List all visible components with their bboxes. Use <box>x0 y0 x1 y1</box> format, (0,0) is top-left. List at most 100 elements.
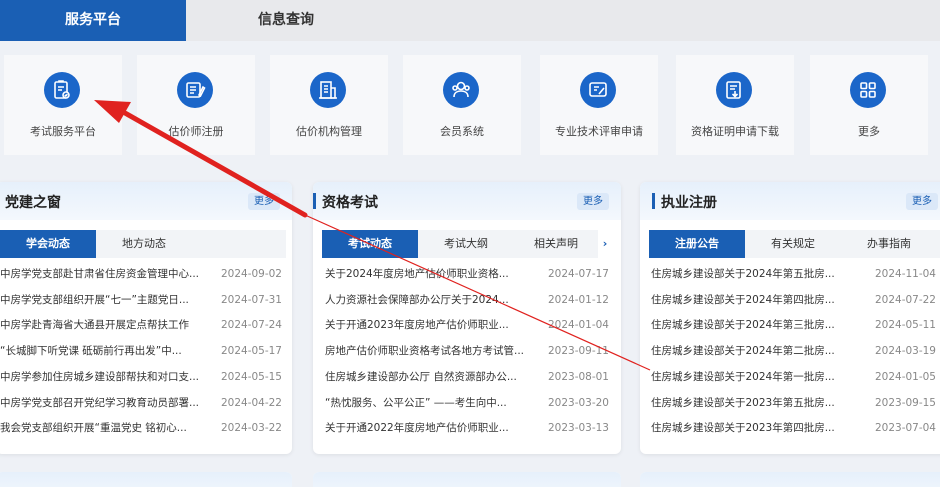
service-tile-exam[interactable]: 考试服务平台 <box>4 55 122 155</box>
card-title: 党建之窗 <box>5 195 61 211</box>
list-item-date: 2024-05-15 <box>220 370 282 383</box>
grid-more-icon <box>850 72 886 108</box>
sub-tab-regulations[interactable]: 有关规定 <box>745 230 841 258</box>
list-item[interactable]: 住房城乡建设部关于2023年第四批房... 2023-07-04 <box>651 417 936 439</box>
card-party-building: 党建之窗 更多 学会动态 地方动态 中房学党支部赴甘肃省住房资金管理中心... 2… <box>0 182 292 454</box>
list-item-title[interactable]: 中房学党支部赴甘肃省住房资金管理中心... <box>0 263 214 285</box>
list-item[interactable]: 住房城乡建设部关于2024年第二批房... 2024-03-19 <box>651 340 936 362</box>
list-item[interactable]: 住房城乡建设部关于2023年第五批房... 2023-09-15 <box>651 392 936 414</box>
list-item[interactable]: 关于开通2023年度房地产估价师职业... 2024-01-04 <box>325 314 609 336</box>
sub-tab-service-guide[interactable]: 办事指南 <box>841 230 937 258</box>
list-item[interactable]: 住房城乡建设部关于2024年第五批房... 2024-11-04 <box>651 263 936 285</box>
service-tile-more[interactable]: 更多 <box>810 55 928 155</box>
sub-tab-local-news[interactable]: 地方动态 <box>96 230 192 258</box>
list-item-date: 2024-05-17 <box>220 345 282 358</box>
list-item[interactable]: “长城脚下听党课 砥砺前行再出发”中... 2024-05-17 <box>0 340 282 362</box>
service-tile-qualification-download[interactable]: 资格证明申请下载 <box>676 55 794 155</box>
list-item-title[interactable]: 住房城乡建设部关于2024年第一批房... <box>651 366 868 388</box>
list-item-title[interactable]: 关于开通2023年度房地产估价师职业... <box>325 314 541 336</box>
card-header: 执业注册 更多 <box>640 182 940 220</box>
list-item-title[interactable]: 关于开通2022年度房地产估价师职业... <box>325 417 541 439</box>
list-item[interactable]: 住房城乡建设部关于2024年第四批房... 2024-07-22 <box>651 289 936 311</box>
list-item-date: 2024-11-04 <box>874 268 936 280</box>
tab-service-platform[interactable]: 服务平台 <box>0 0 186 41</box>
service-label: 专业技术评审申请 <box>555 125 643 138</box>
list-item-title[interactable]: “热忱服务、公平公正” ——考生向中... <box>325 392 541 414</box>
list-item-date: 2023-09-11 <box>547 345 609 358</box>
list-item-title[interactable]: 住房城乡建设部关于2024年第五批房... <box>651 263 868 285</box>
list-item-title[interactable]: 中房学赴青海省大通县开展定点帮扶工作 <box>0 314 214 336</box>
list-item[interactable]: 中房学赴青海省大通县开展定点帮扶工作 2024-07-24 <box>0 314 282 336</box>
list-item[interactable]: 住房城乡建设部办公厅 自然资源部办公... 2023-08-01 <box>325 366 609 388</box>
service-tile-agency-management[interactable]: 估价机构管理 <box>270 55 388 155</box>
sub-tab-bar: 注册公告 有关规定 办事指南 <box>649 230 940 258</box>
service-tile-appraiser-register[interactable]: 估价师注册 <box>137 55 255 155</box>
sub-tab-statements[interactable]: 相关声明 <box>514 230 598 258</box>
card-header: 资格考试 更多 <box>313 182 621 220</box>
service-label: 估价机构管理 <box>296 125 362 138</box>
card-header: 党建之窗 更多 <box>0 182 292 220</box>
list-item-date: 2024-01-05 <box>874 370 936 383</box>
building-icon <box>310 72 346 108</box>
list-item[interactable]: “热忱服务、公平公正” ——考生向中... 2023-03-20 <box>325 392 609 414</box>
service-label: 资格证明申请下载 <box>691 125 779 138</box>
list-item-title[interactable]: 中房学参加住房城乡建设部帮扶和对口支... <box>0 366 214 388</box>
list-item-title[interactable]: 住房城乡建设部关于2023年第五批房... <box>651 392 868 414</box>
sub-tab-exam-syllabus[interactable]: 考试大纲 <box>418 230 514 258</box>
card-bottom-middle <box>313 472 621 487</box>
list-item-title[interactable]: 住房城乡建设部办公厅 自然资源部办公... <box>325 366 541 388</box>
card-title: 执业注册 <box>661 195 717 211</box>
list-item-date: 2024-07-24 <box>220 319 282 332</box>
sub-tab-registration-notices[interactable]: 注册公告 <box>649 230 745 258</box>
sub-tab-exam-news[interactable]: 考试动态 <box>322 230 418 258</box>
list-item[interactable]: 住房城乡建设部关于2024年第一批房... 2024-01-05 <box>651 366 936 388</box>
more-button[interactable]: 更多 <box>248 193 280 210</box>
list-item[interactable]: 我会党支部组织开展“重温党史 铭初心... 2024-03-22 <box>0 417 282 439</box>
list-item[interactable]: 关于开通2022年度房地产估价师职业... 2023-03-13 <box>325 417 609 439</box>
list-item-title[interactable]: 人力资源社会保障部办公厅关于2024... <box>325 289 541 311</box>
list-item-title[interactable]: 房地产估价师职业资格考试各地方考试管... <box>325 340 541 362</box>
list-item-title[interactable]: 住房城乡建设部关于2024年第三批房... <box>651 314 868 336</box>
list-item[interactable]: 人力资源社会保障部办公厅关于2024... 2024-01-12 <box>325 289 609 311</box>
list-item[interactable]: 关于2024年度房地产估价师职业资格... 2024-07-17 <box>325 263 609 285</box>
sub-tab-bar: 考试动态 考试大纲 相关声明 › <box>322 230 612 258</box>
card-bottom-right <box>640 472 940 487</box>
list-item[interactable]: 房地产估价师职业资格考试各地方考试管... 2023-09-11 <box>325 340 609 362</box>
list-item[interactable]: 中房学党支部召开党纪学习教育动员部署... 2024-04-22 <box>0 392 282 414</box>
list-item-title[interactable]: 中房学党支部召开党纪学习教育动员部署... <box>0 392 214 414</box>
list-item-date: 2024-05-11 <box>874 319 936 332</box>
exam-clipboard-icon <box>44 72 80 108</box>
list-item-title[interactable]: 住房城乡建设部关于2024年第四批房... <box>651 289 868 311</box>
card-qualification-exam: 资格考试 更多 考试动态 考试大纲 相关声明 › 关于2024年度房地产估价师职… <box>313 182 621 454</box>
list-item-title[interactable]: 我会党支部组织开展“重温党史 铭初心... <box>0 417 214 439</box>
service-tile-member-system[interactable]: 会员系统 <box>403 55 521 155</box>
more-button[interactable]: 更多 <box>906 193 938 210</box>
more-button[interactable]: 更多 <box>577 193 609 210</box>
list-item-title[interactable]: 中房学党支部组织开展“七一”主题党日... <box>0 289 214 311</box>
list-item-title[interactable]: 住房城乡建设部关于2023年第四批房... <box>651 417 868 439</box>
tab-info-query[interactable]: 信息查询 <box>186 0 386 41</box>
chevron-right-icon[interactable]: › <box>598 230 612 258</box>
list-item-date: 2024-04-22 <box>220 396 282 409</box>
sub-tab-society-news[interactable]: 学会动态 <box>0 230 96 258</box>
list-item-date: 2023-03-20 <box>547 396 609 409</box>
list-item[interactable]: 住房城乡建设部关于2024年第三批房... 2024-05-11 <box>651 314 936 336</box>
list-item-date: 2024-09-02 <box>220 268 282 280</box>
list-item-title[interactable]: “长城脚下听党课 砥砺前行再出发”中... <box>0 340 214 362</box>
list-item-date: 2023-03-13 <box>547 422 609 435</box>
list-item-title[interactable]: 住房城乡建设部关于2024年第二批房... <box>651 340 868 362</box>
download-document-icon <box>716 72 752 108</box>
list-item-date: 2023-09-15 <box>874 396 936 409</box>
card-bottom-left <box>0 472 292 487</box>
list-item[interactable]: 中房学参加住房城乡建设部帮扶和对口支... 2024-05-15 <box>0 366 282 388</box>
list-item-date: 2023-07-04 <box>874 422 936 435</box>
list-item[interactable]: 中房学党支部赴甘肃省住房资金管理中心... 2024-09-02 <box>0 263 282 285</box>
title-accent-bar <box>652 193 655 209</box>
list-item[interactable]: 中房学党支部组织开展“七一”主题党日... 2024-07-31 <box>0 289 282 311</box>
list-item-title[interactable]: 关于2024年度房地产估价师职业资格... <box>325 263 541 285</box>
service-label: 会员系统 <box>440 125 484 138</box>
top-tab-bar: 服务平台 信息查询 <box>0 0 940 41</box>
title-accent-bar <box>313 193 316 209</box>
service-label: 考试服务平台 <box>30 125 96 138</box>
service-tile-technical-review[interactable]: 专业技术评审申请 <box>540 55 658 155</box>
